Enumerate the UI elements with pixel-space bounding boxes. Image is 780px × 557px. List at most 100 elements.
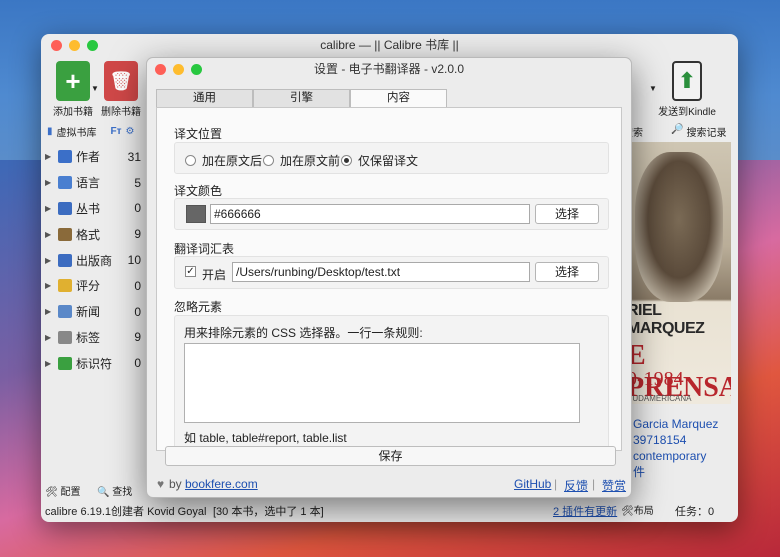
radio-before-original-label: 加在原文前 [280, 154, 341, 168]
jobs-count[interactable]: 0 [708, 502, 714, 522]
donate-link[interactable]: 赞赏 [602, 477, 626, 494]
category-count: 0 [134, 201, 141, 216]
category-count: 0 [134, 356, 141, 371]
choose-color-button[interactable]: 选择 [535, 204, 599, 224]
book-identifier-link[interactable]: 39718154 [633, 432, 718, 448]
cover-years: 0-1984 [627, 368, 684, 390]
glossary-group: ✓ 开启 /Users/runbing/Desktop/test.txt 选择 [174, 256, 609, 289]
choose-glossary-button[interactable]: 选择 [535, 262, 599, 282]
zoom-window-icon[interactable] [87, 40, 98, 51]
tag-browser-item[interactable]: ▶ 丛书 0 [41, 196, 141, 222]
book-format-link[interactable]: 件 [633, 464, 718, 480]
glossary-enable-checkbox[interactable]: ✓ [185, 266, 196, 277]
tab-engine[interactable]: 引擎 [253, 89, 350, 107]
minimize-window-icon[interactable] [69, 40, 80, 51]
find-button[interactable]: 🔍 查找 [97, 483, 132, 498]
search-icon: 🔍 [97, 487, 110, 498]
zoom-dialog-icon[interactable] [191, 64, 202, 75]
translation-color-group: #666666 选择 [174, 198, 609, 230]
bookfere-link[interactable]: bookfere.com [185, 477, 258, 491]
category-label: 出版商 [76, 253, 113, 268]
tools-icon: 🛠 [45, 487, 58, 498]
window-controls [51, 40, 98, 51]
expand-arrow-icon[interactable]: ▶ [45, 256, 53, 265]
category-count: 10 [127, 253, 141, 268]
saved-search-label: 搜索记录 [686, 128, 727, 139]
radio-translation-only-control[interactable] [341, 155, 352, 166]
footer-separator: | [554, 477, 558, 491]
main-titlebar: calibre — || Calibre 书库 || [41, 34, 738, 56]
close-window-icon[interactable] [51, 40, 62, 51]
status-book-count: [30 本书，选中了 1 本] [213, 506, 324, 518]
radio-before-original[interactable]: 加在原文前 [263, 152, 340, 169]
dialog-footer: ♥ by bookfere.com GitHub | 反馈 | 赞赏 [147, 477, 631, 497]
delete-book-button[interactable]: 🗑 删除书籍 [91, 61, 151, 118]
radio-translation-only-label: 仅保留译文 [358, 154, 419, 168]
jobs-label: 任务： [675, 506, 708, 518]
tag-browser-item[interactable]: ▶ 语言 5 [41, 170, 141, 196]
radio-translation-only[interactable]: 仅保留译文 [341, 152, 418, 169]
book-author-link[interactable]: Garcia Marquez [633, 416, 718, 432]
category-icon [58, 356, 72, 370]
github-link[interactable]: GitHub [514, 477, 551, 491]
saved-search-button[interactable]: 🔎 搜索记录 [671, 124, 726, 139]
heart-icon: ♥ [157, 477, 165, 491]
category-label: 新闻 [76, 305, 101, 320]
ignore-selectors-textarea[interactable] [184, 343, 580, 423]
library-icon: ▮ [47, 126, 53, 137]
window-title: calibre — || Calibre 书库 || [320, 38, 459, 52]
virtual-library-label: 虚拟书库 [56, 128, 97, 139]
radio-before-original-control[interactable] [263, 155, 274, 166]
expand-arrow-icon[interactable]: ▶ [45, 307, 53, 316]
tag-browser: ▶ 作者 31 ▶ 语言 5 ▶ 丛书 0 ▶ 格式 9 ▶ 出版商 10 ▶ 评分 0 ▶ 新闻 0 ▶ 标签 9 ▶ 标识符 0 [41, 144, 141, 376]
expand-arrow-icon[interactable]: ▶ [45, 359, 53, 368]
dialog-window-controls [155, 64, 202, 75]
expand-arrow-icon[interactable]: ▶ [45, 152, 53, 161]
tag-browser-item[interactable]: ▶ 标识符 0 [41, 350, 141, 376]
radio-after-original[interactable]: 加在原文后 [185, 152, 262, 169]
virtual-library-button[interactable]: ▮ 虚拟书库 Fт ⚙ [47, 124, 135, 139]
sort-icon[interactable]: Fт [111, 126, 122, 137]
feedback-link[interactable]: 反馈 [564, 477, 588, 494]
expand-arrow-icon[interactable]: ▶ [45, 204, 53, 213]
layout-icon: 🛠 [621, 506, 634, 517]
tab-content[interactable]: 内容 [350, 89, 447, 107]
tag-browser-item[interactable]: ▶ 新闻 0 [41, 299, 141, 325]
layout-button[interactable]: 🛠布局 [621, 502, 654, 522]
tag-browser-item[interactable]: ▶ 作者 31 [41, 144, 141, 170]
category-count: 9 [134, 330, 141, 345]
category-icon [58, 305, 72, 319]
color-swatch [186, 205, 206, 223]
status-bar: calibre 6.19.1创建者 Kovid Goyal [30 本书，选中了… [41, 502, 738, 522]
category-count: 9 [134, 227, 141, 242]
save-button[interactable]: 保存 [165, 446, 616, 466]
expand-arrow-icon[interactable]: ▶ [45, 230, 53, 239]
radio-after-original-control[interactable] [185, 155, 196, 166]
tab-general[interactable]: 通用 [156, 89, 253, 107]
tag-browser-item[interactable]: ▶ 格式 9 [41, 221, 141, 247]
color-input[interactable]: #666666 [210, 204, 530, 224]
minimize-dialog-icon[interactable] [173, 64, 184, 75]
tag-browser-item[interactable]: ▶ 出版商 10 [41, 247, 141, 273]
glossary-title: 翻译词汇表 [174, 242, 235, 256]
cover-author: RIEL MARQUEZ [627, 302, 705, 337]
tag-browser-item[interactable]: ▶ 标签 9 [41, 325, 141, 351]
radio-after-original-label: 加在原文后 [202, 154, 263, 168]
glossary-path-input[interactable]: /Users/runbing/Desktop/test.txt [232, 262, 530, 282]
category-label: 评分 [76, 279, 101, 294]
expand-arrow-icon[interactable]: ▶ [45, 178, 53, 187]
book-tag-link[interactable]: contemporary [633, 448, 718, 464]
book-cover: RIEL MARQUEZ E PRENSA 0-1984 SUDAMERICANA [627, 142, 731, 404]
configure-label: 配置 [60, 487, 81, 498]
settings-tabs: 通用 引擎 内容 [156, 89, 447, 107]
expand-arrow-icon[interactable]: ▶ [45, 333, 53, 342]
gear-icon[interactable]: ⚙ [126, 126, 135, 137]
close-dialog-icon[interactable] [155, 64, 166, 75]
category-label: 格式 [76, 227, 101, 242]
send-to-kindle-button[interactable]: ⬆ 发送到Kindle [653, 61, 721, 118]
expand-arrow-icon[interactable]: ▶ [45, 281, 53, 290]
tag-browser-item[interactable]: ▶ 评分 0 [41, 273, 141, 299]
category-icon [58, 253, 72, 267]
plugin-updates-link[interactable]: 2 插件有更新 [553, 502, 617, 522]
configure-button[interactable]: 🛠 配置 [45, 483, 80, 498]
